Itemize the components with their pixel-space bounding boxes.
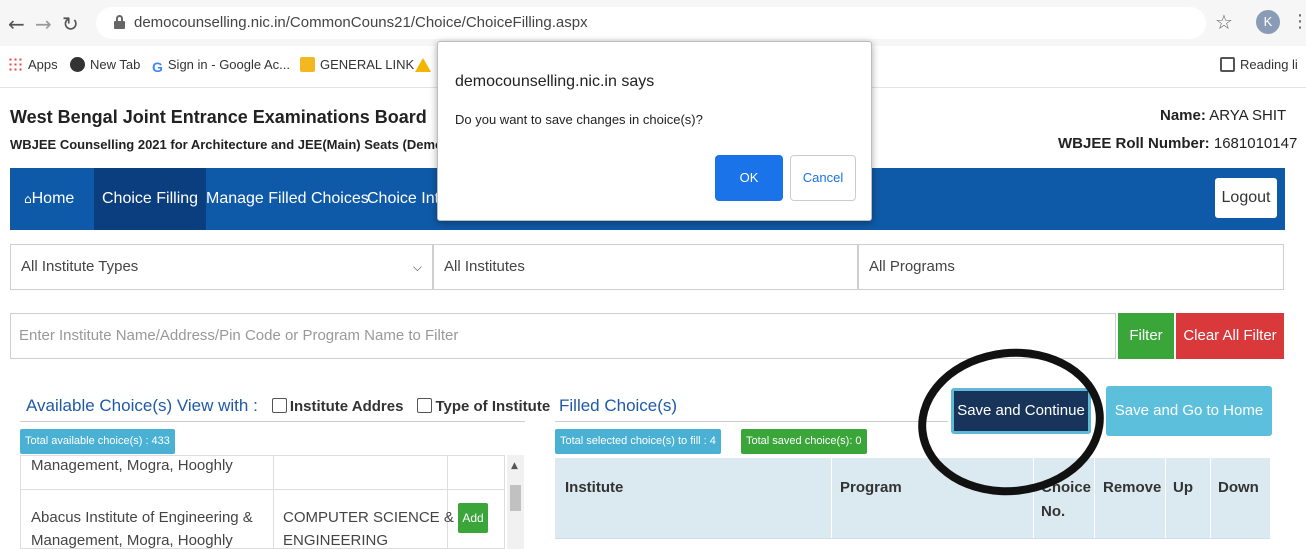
institute-address-label: Institute Addres: [289, 398, 404, 415]
bookmark-label: GENERAL LINK: [320, 57, 415, 72]
column-divider: [273, 456, 274, 548]
save-and-go-home-button[interactable]: Save and Go to Home: [1106, 386, 1272, 436]
address-bar[interactable]: democounselling.nic.in/CommonCouns21/Cho…: [96, 7, 1206, 39]
institute-select[interactable]: All Institutes: [433, 244, 858, 290]
filled-choices-heading: Filled Choice(s): [559, 396, 678, 415]
scroll-up-icon[interactable]: ▲: [511, 461, 518, 471]
row-divider: [21, 489, 504, 490]
table-row: [555, 538, 1270, 549]
institute-value: All Institutes: [444, 258, 525, 275]
google-drive-icon[interactable]: [415, 57, 436, 72]
available-choices-table: Management, Mogra, Hooghly Abacus Instit…: [20, 455, 505, 549]
available-choices-heading: Available Choice(s) View with : Institute…: [26, 396, 550, 416]
search-input[interactable]: Enter Institute Name/Address/Pin Code or…: [10, 313, 1116, 359]
confirm-dialog: democounselling.nic.in says Do you want …: [437, 41, 872, 221]
clear-all-filter-button[interactable]: Clear All Filter: [1176, 313, 1284, 359]
available-heading-text: Available Choice(s) View with :: [26, 396, 258, 415]
name-label: Name:: [1160, 107, 1206, 124]
available-count-badge: Total available choice(s) : 433: [20, 429, 175, 454]
name-value: ARYA SHIT: [1209, 107, 1287, 124]
nav-home-label: Home: [31, 190, 75, 207]
chevron-down-icon: ⌵: [412, 260, 422, 274]
dialog-title: democounselling.nic.in says: [455, 73, 655, 90]
selected-count-badge: Total selected choice(s) to fill : 4: [555, 429, 721, 454]
nav-home[interactable]: ⌂Home: [16, 168, 82, 230]
scroll-thumb[interactable]: [510, 485, 521, 511]
institute-address-checkbox[interactable]: [271, 398, 287, 413]
divider: [20, 421, 525, 422]
bookmark-google[interactable]: G Sign in - Google Ac...: [152, 57, 291, 75]
institute-line: Abacus Institute of Engineering &: [31, 509, 253, 526]
bookmark-newtab[interactable]: New Tab: [70, 57, 140, 72]
back-icon[interactable]: ←: [8, 12, 25, 36]
ok-button[interactable]: OK: [715, 155, 783, 201]
reading-list-label: Reading li: [1240, 57, 1298, 72]
program-select[interactable]: All Programs: [858, 244, 1284, 290]
column-divider: [831, 458, 832, 538]
choice-header-line: No.: [1041, 503, 1066, 520]
bookmark-apps[interactable]: Apps: [8, 57, 58, 72]
google-icon: G: [152, 59, 163, 75]
bookmark-label: Apps: [28, 57, 58, 72]
institute-type-checkbox[interactable]: [417, 398, 433, 413]
home-icon: ⌂: [24, 192, 32, 206]
reading-list-icon: [1220, 57, 1235, 72]
institute-type-select[interactable]: All Institute Types ⌵: [10, 244, 433, 290]
globe-icon: [70, 57, 85, 72]
profile-avatar[interactable]: K: [1256, 10, 1280, 34]
column-divider: [1165, 458, 1166, 538]
column-header-program: Program: [840, 479, 902, 496]
dialog-message: Do you want to save changes in choice(s)…: [455, 112, 703, 127]
page-subtitle: WBJEE Counselling 2021 for Architecture …: [10, 137, 443, 152]
candidate-roll: WBJEE Roll Number: 1681010147: [1058, 135, 1297, 152]
institute-cell: Management, Mogra, Hooghly: [31, 457, 233, 474]
column-divider: [1210, 458, 1211, 538]
divider: [555, 421, 948, 422]
column-header-up: Up: [1173, 479, 1193, 496]
program-line: ENGINEERING: [283, 532, 389, 549]
nav-manage-filled-choices[interactable]: Manage Filled Choices: [198, 168, 377, 230]
add-button[interactable]: Add: [458, 503, 488, 533]
url-text: democounselling.nic.in/CommonCouns21/Cho…: [134, 14, 588, 31]
browser-toolbar: ← → ↻ democounselling.nic.in/CommonCouns…: [0, 0, 1306, 46]
nav-choice-filling[interactable]: Choice Filling: [94, 168, 207, 230]
institute-line: Management, Mogra, Hooghly: [31, 532, 233, 549]
institute-type-value: All Institute Types: [21, 258, 139, 275]
bookmark-label: Sign in - Google Ac...: [167, 57, 291, 72]
forward-icon[interactable]: →: [35, 12, 52, 36]
program-cell: COMPUTER SCIENCE & ENGINEERING: [283, 506, 454, 549]
program-line: COMPUTER SCIENCE &: [283, 509, 454, 526]
column-header-institute: Institute: [565, 479, 624, 496]
scrollbar[interactable]: ▲: [507, 455, 524, 549]
filter-button[interactable]: Filter: [1118, 313, 1174, 359]
roll-label: WBJEE Roll Number:: [1058, 135, 1210, 152]
bookmark-label: New Tab: [90, 57, 141, 72]
lock-icon: [114, 15, 125, 29]
reading-list[interactable]: Reading li: [1220, 57, 1298, 72]
logout-button[interactable]: Logout: [1215, 178, 1277, 218]
reload-icon[interactable]: ↻: [62, 12, 79, 36]
candidate-name: Name: ARYA SHIT: [1160, 107, 1286, 124]
column-header-down: Down: [1218, 479, 1259, 496]
column-header-remove: Remove: [1103, 479, 1162, 496]
cancel-button[interactable]: Cancel: [790, 155, 856, 201]
program-value: All Programs: [869, 258, 955, 275]
institute-type-label: Type of Institute: [435, 398, 551, 415]
roll-value: 1681010147: [1213, 135, 1298, 152]
folder-icon: [300, 57, 315, 72]
saved-count-badge: Total saved choice(s): 0: [741, 429, 867, 454]
browser-menu-icon[interactable]: ⋮: [1291, 11, 1306, 32]
bookmark-star-icon[interactable]: ☆: [1215, 10, 1233, 34]
page-title: West Bengal Joint Entrance Examinations …: [10, 107, 427, 127]
institute-cell: Abacus Institute of Engineering & Manage…: [31, 506, 253, 549]
filled-choices-table: Institute Program Choice No. Remove Up D…: [555, 458, 1270, 549]
apps-grid-icon: [8, 57, 23, 72]
column-divider: [1094, 458, 1095, 538]
bookmark-general-link[interactable]: GENERAL LINK: [300, 57, 414, 72]
